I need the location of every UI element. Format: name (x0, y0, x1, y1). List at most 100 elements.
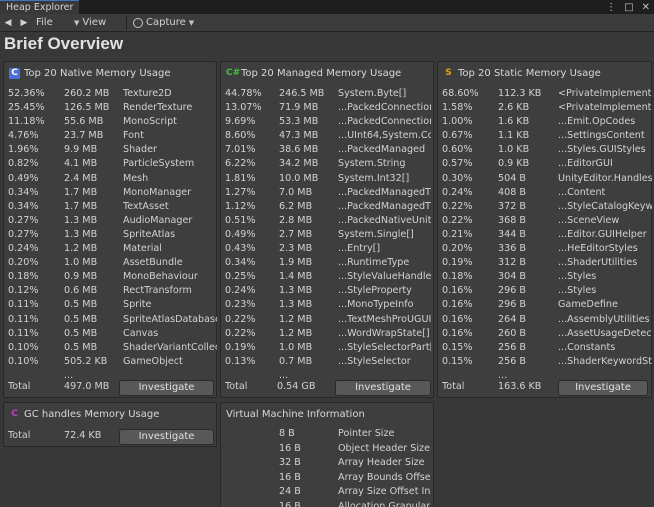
pct-cell: 0.22% (225, 313, 256, 325)
pct-cell: 0.11% (8, 327, 39, 339)
window-tab[interactable]: Heap Explorer (0, 0, 80, 14)
pct-cell: 0.16% (442, 285, 473, 297)
name-cell: ...PackedNativeUnit (338, 214, 431, 226)
kebab-menu-icon[interactable]: ⋮ (606, 2, 616, 13)
native-panel-header: C Top 20 Native Memory Usage (9, 66, 171, 80)
vm-value: 16 B (279, 471, 301, 483)
back-arrow-icon: ◀ (4, 17, 12, 28)
close-icon[interactable]: ✕ (642, 2, 650, 13)
vm-label: Array Size Offset In Header (338, 486, 430, 497)
pct-cell: 6.22% (225, 158, 256, 170)
pct-cell: 0.34% (8, 186, 39, 198)
back-button[interactable]: ◀ (0, 15, 16, 31)
pct-cell: 1.58% (442, 102, 473, 114)
pct-cell: 0.23% (225, 299, 256, 311)
pct-cell: 0.27% (8, 228, 39, 240)
size-cell: 256 B (498, 355, 526, 367)
size-cell: 53.3 MB (279, 116, 319, 128)
name-cell: ...Entry[] (338, 243, 381, 255)
name-cell: ...HeEditorStyles (558, 243, 638, 255)
native-memory-panel: C Top 20 Native Memory Usage 52.36% 260.2… (3, 61, 217, 398)
name-cell: SpriteAtlas (123, 228, 176, 240)
pct-cell: 0.22% (442, 214, 473, 226)
size-cell: 38.6 MB (279, 144, 319, 156)
pct-cell: 44.78% (225, 88, 262, 99)
managed-investigate-button[interactable]: Investigate (335, 380, 431, 396)
vm-value: 16 B (279, 442, 301, 454)
managed-total-label: Total (225, 381, 248, 392)
size-cell: 0.5 MB (64, 313, 98, 325)
pct-cell: 0.24% (8, 243, 39, 255)
size-cell: 1.1 KB (498, 130, 530, 142)
capture-menu[interactable]: Capture ▼ (129, 15, 198, 31)
name-cell: <PrivateImplementa (558, 88, 652, 99)
size-cell: 296 B (498, 299, 526, 311)
size-cell: 260 B (498, 327, 526, 339)
name-cell: ...Emit.OpCodes (558, 116, 636, 128)
vm-value: 8 B (279, 428, 295, 439)
name-cell: Material (123, 243, 162, 255)
static-investigate-button[interactable]: Investigate (558, 380, 648, 396)
name-cell: ...StyleSelectorPart[] (338, 341, 431, 353)
name-cell: ...Content (558, 186, 606, 198)
maximize-icon[interactable]: □ (624, 2, 633, 13)
toolbar-separator (126, 15, 127, 30)
size-cell: 1.4 MB (279, 271, 313, 283)
pct-cell: 52.36% (8, 88, 45, 99)
size-cell: 0.9 KB (498, 158, 530, 170)
size-cell: 34.2 MB (279, 158, 319, 170)
pct-cell: 0.11% (8, 299, 39, 311)
static-total-value: 163.6 KB (498, 381, 542, 392)
name-cell: ...Constants (558, 341, 616, 353)
size-cell: 256 B (498, 341, 526, 353)
managed-total-value: 0.54 GB (277, 381, 316, 392)
static-total-label: Total (442, 381, 465, 392)
gc-investigate-button[interactable]: Investigate (119, 429, 214, 445)
size-cell: 296 B (498, 285, 526, 297)
pct-cell: 0.22% (442, 200, 473, 212)
file-menu[interactable]: File (32, 15, 70, 31)
pct-cell: 0.10% (8, 341, 39, 353)
size-cell: 1.0 MB (64, 257, 98, 269)
size-cell: 7.0 MB (279, 186, 313, 198)
page-title: Brief Overview (4, 34, 124, 53)
forward-button[interactable]: ▶ (16, 15, 32, 31)
size-cell: 264 B (498, 313, 526, 325)
size-cell: 336 B (498, 243, 526, 255)
pct-cell: 0.11% (8, 313, 39, 325)
gc-handles-icon: C (11, 408, 18, 419)
name-cell: ...PackedManagedT (338, 200, 431, 212)
view-menu[interactable]: ▼ View (70, 15, 124, 31)
size-cell: 1.0 MB (279, 341, 313, 353)
size-cell: 112.3 KB (498, 88, 542, 99)
size-cell: 312 B (498, 257, 526, 269)
native-investigate-button[interactable]: Investigate (119, 380, 214, 396)
pct-cell: 1.96% (8, 144, 39, 156)
vm-label: Object Header Size (338, 442, 430, 454)
pct-cell: 0.15% (442, 341, 473, 353)
size-cell: 0.6 MB (64, 285, 98, 297)
name-cell: ...ShaderUtilities (558, 257, 638, 269)
pct-cell: 0.19% (442, 257, 473, 269)
size-cell: 1.2 MB (64, 243, 98, 255)
size-cell: 408 B (498, 186, 526, 198)
pct-cell: 9.69% (225, 116, 256, 128)
size-cell: 246.5 MB (279, 88, 325, 99)
name-cell: System.String (338, 158, 406, 170)
pct-cell: 0.16% (442, 313, 473, 325)
forward-arrow-icon: ▶ (20, 17, 28, 28)
name-cell: ...EditorGUI (558, 158, 613, 170)
name-cell: RectTransform (123, 285, 192, 297)
size-cell: 1.3 MB (279, 299, 313, 311)
pct-cell: 0.22% (225, 327, 256, 339)
name-cell: UnityEditor.Handles (558, 172, 652, 184)
name-cell: ...TextMeshProUGUI (338, 313, 431, 325)
name-cell: MonoBehaviour (123, 271, 198, 283)
size-cell: 304 B (498, 271, 526, 283)
pct-cell: 68.60% (442, 88, 479, 99)
name-cell: Sprite (123, 299, 152, 311)
vm-value: 32 B (279, 457, 301, 468)
pct-cell: 0.12% (8, 285, 39, 297)
pct-cell: 0.60% (442, 144, 473, 156)
vm-label: Allocation Granularity (338, 500, 430, 507)
